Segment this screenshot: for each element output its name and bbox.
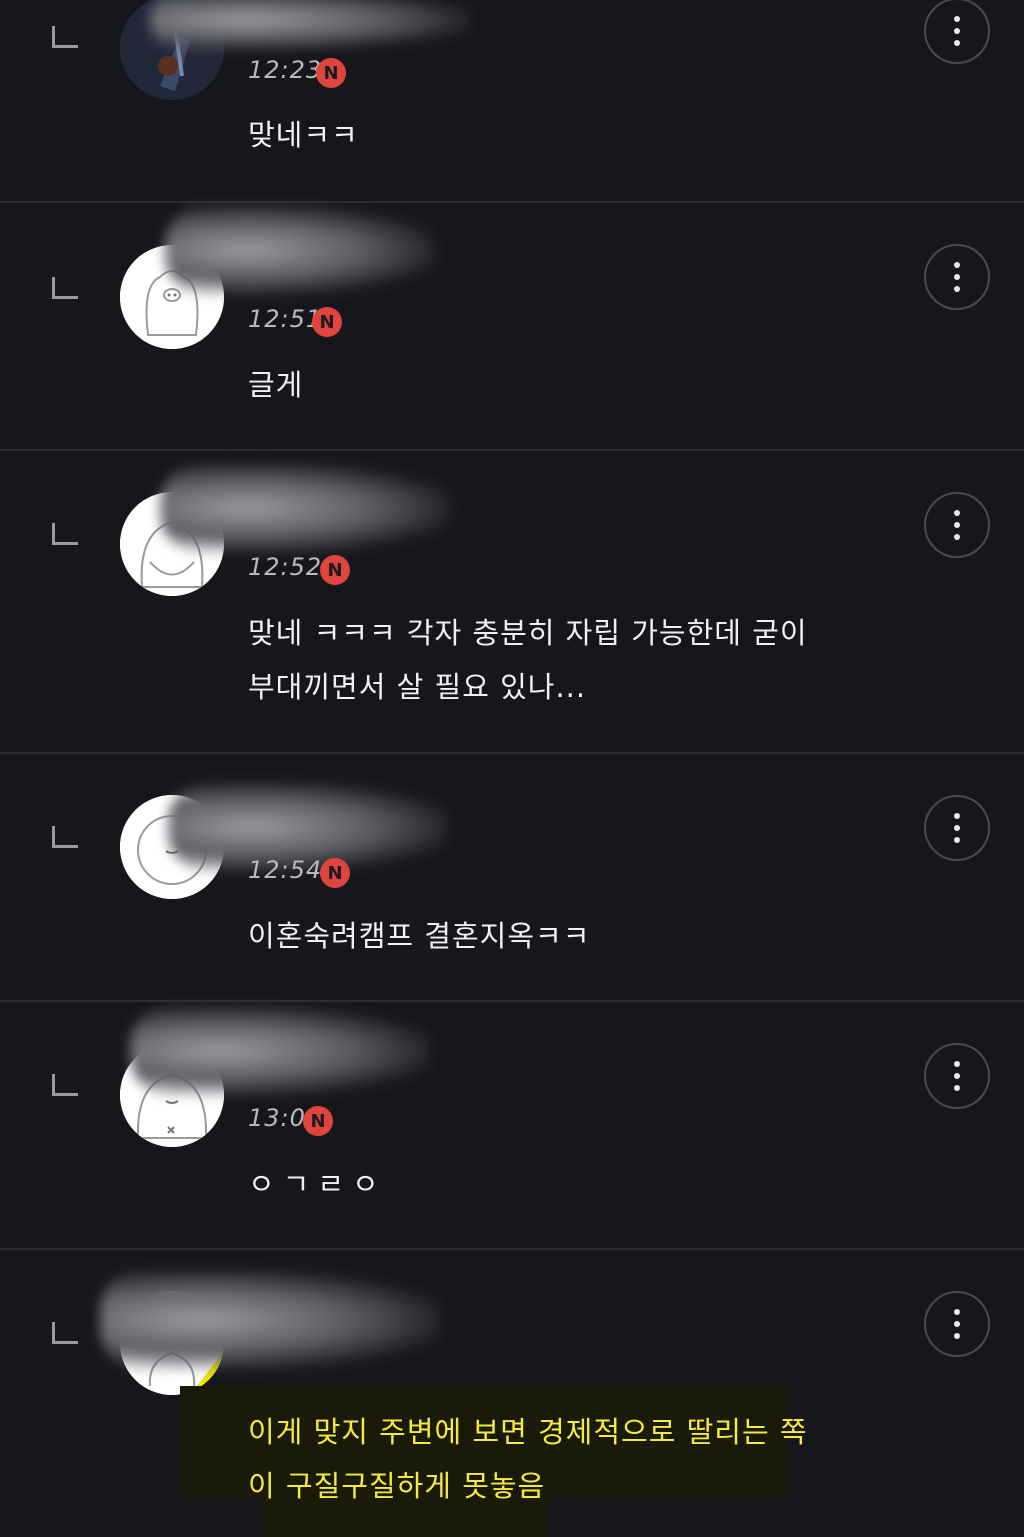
comment-time: 12:23	[248, 56, 323, 84]
reply-arrow-icon	[52, 1322, 78, 1344]
comment-text: 이혼숙려캠프 결혼지옥ㅋㅋ	[248, 919, 591, 953]
more-vertical-icon	[954, 510, 960, 540]
reply-arrow-icon	[52, 277, 78, 299]
more-vertical-icon	[954, 1061, 960, 1091]
comment-item: 13:01 N ㅇㄱㄹㅇ	[0, 1002, 1024, 1250]
comment-item: 12:52 N 맞네 ㅋㅋㅋ 각자 충분히 자립 가능한데 굳이 부대끼면서 살…	[0, 451, 1024, 754]
comment-text: 글게	[248, 368, 304, 402]
comment-time: 12:52	[248, 553, 323, 581]
blurred-username	[100, 1270, 440, 1370]
new-badge-icon: N	[320, 858, 350, 888]
comment-text: ㅇㄱㄹㅇ	[248, 1167, 387, 1201]
comment-time: 12:51	[248, 305, 323, 333]
more-options-button[interactable]	[924, 492, 990, 558]
new-badge-icon: N	[303, 1106, 333, 1136]
more-options-button[interactable]	[924, 0, 990, 64]
comment-item: 12:51 N 글게	[0, 203, 1024, 451]
new-badge-icon: N	[320, 555, 350, 585]
more-options-button[interactable]	[924, 1043, 990, 1109]
more-vertical-icon	[954, 813, 960, 843]
comment-text: 맞네ㅋㅋ	[248, 118, 359, 152]
comment-text: 맞네 ㅋㅋㅋ 각자 충분히 자립 가능한데 굳이 부대끼면서 살 필요 있나..…	[248, 616, 808, 704]
reply-arrow-icon	[52, 26, 78, 48]
comment-time: 12:54	[248, 856, 323, 884]
blurred-username	[130, 1006, 430, 1096]
comment-text: 이게 맞지 주변에 보면 경제적으로 딸리는 쪽이 구질구질하게 못놓음	[248, 1415, 808, 1503]
more-vertical-icon	[954, 262, 960, 292]
more-vertical-icon	[954, 16, 960, 46]
new-badge-icon: N	[316, 58, 346, 88]
more-options-button[interactable]	[924, 795, 990, 861]
blurred-username	[160, 463, 450, 553]
reply-arrow-icon	[52, 1074, 78, 1096]
more-options-button[interactable]	[924, 1291, 990, 1357]
comment-item: 12:54 N 이혼숙려캠프 결혼지옥ㅋㅋ	[0, 754, 1024, 1002]
blurred-username	[165, 205, 435, 295]
more-vertical-icon	[954, 1309, 960, 1339]
comment-item: 이게 맞지 주변에 보면 경제적으로 딸리는 쪽이 구질구질하게 못놓음	[0, 1250, 1024, 1537]
new-badge-icon: N	[312, 307, 342, 337]
reply-arrow-icon	[52, 523, 78, 545]
more-options-button[interactable]	[924, 244, 990, 310]
blurred-username	[150, 0, 470, 50]
comment-item: 12:23 N 맞네ㅋㅋ	[0, 0, 1024, 203]
reply-arrow-icon	[52, 826, 78, 848]
